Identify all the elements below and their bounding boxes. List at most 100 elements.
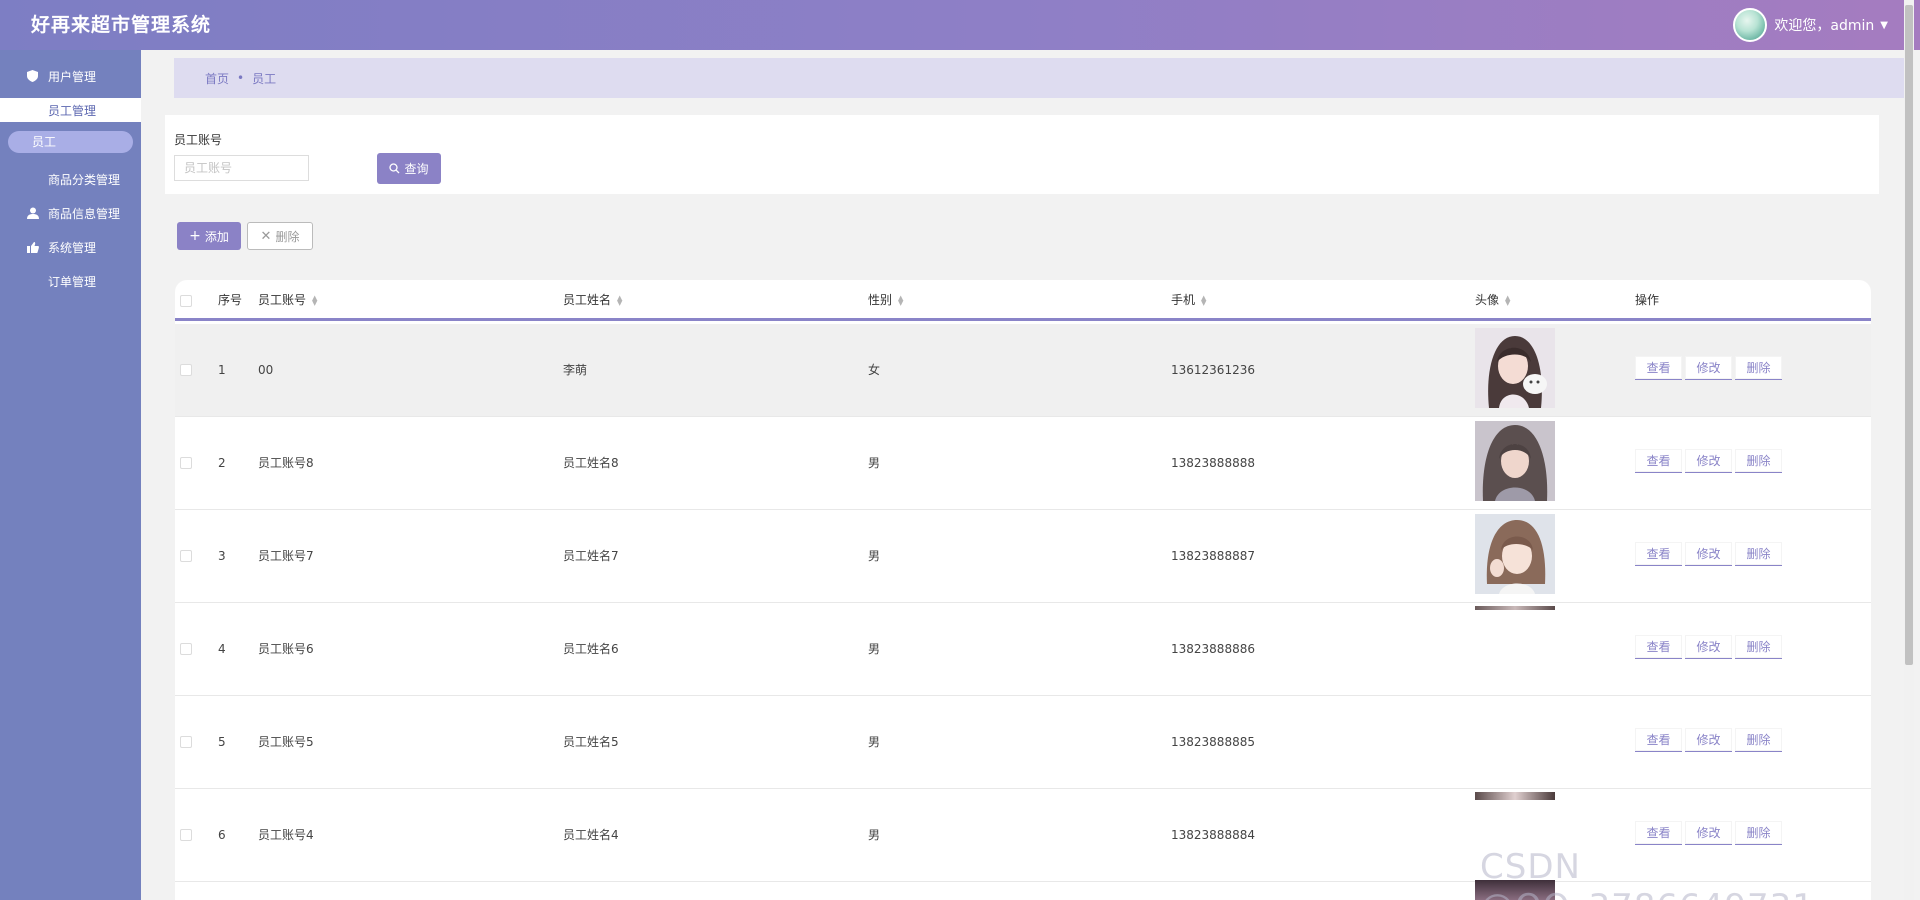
edit-button[interactable]: 修改 — [1685, 356, 1732, 380]
cell-gender: 男 — [868, 642, 881, 656]
table-row[interactable]: 3 员工账号7 员工姓名7 男 13823888887 查看 修改 删除 — [175, 510, 1871, 603]
header-phone[interactable]: 手机 ▲ ▼ — [1171, 280, 1206, 321]
cell-phone: 13823888888 — [1171, 456, 1255, 470]
cell-name: 员工姓名4 — [563, 828, 619, 842]
view-button[interactable]: 查看 — [1635, 635, 1682, 659]
edit-button[interactable]: 修改 — [1685, 635, 1732, 659]
sort-icon[interactable]: ▲ ▼ — [312, 294, 317, 306]
table-row[interactable]: 2 员工账号8 员工姓名8 男 13823888888 查看 修改 删除 — [175, 417, 1871, 510]
employee-avatar-photo[interactable] — [1475, 606, 1555, 610]
delete-button[interactable]: 删除 — [1735, 449, 1782, 473]
cell-index: 1 — [218, 363, 226, 377]
cell-gender: 男 — [868, 735, 881, 749]
page-scrollbar[interactable] — [1904, 0, 1914, 900]
cell-account: 员工账号8 — [258, 456, 314, 470]
sidebar: 用户管理 员工管理 员工 商品分类管理 商品信息管理 系统管理 订单管理 — [0, 50, 141, 900]
edit-button[interactable]: 修改 — [1685, 728, 1732, 752]
delete-button[interactable]: 删除 — [1735, 356, 1782, 380]
chevron-down-icon[interactable]: ▼ — [1880, 20, 1888, 31]
add-button[interactable]: + 添加 — [177, 222, 241, 250]
row-checkbox[interactable] — [180, 550, 192, 562]
cell-gender: 女 — [868, 363, 881, 377]
employee-avatar-photo[interactable] — [1475, 328, 1555, 408]
table-row[interactable]: 5 员工账号5 员工姓名5 男 13823888885 查看 修改 删除 — [175, 696, 1871, 789]
grid-icon — [26, 173, 39, 186]
sidebar-item-order-management[interactable]: 订单管理 — [0, 269, 141, 293]
select-all-checkbox[interactable] — [180, 295, 192, 307]
cell-phone: 13823888886 — [1171, 642, 1255, 656]
row-checkbox[interactable] — [180, 643, 192, 655]
header-avatar[interactable]: 头像 ▲ ▼ — [1475, 280, 1510, 321]
row-checkbox[interactable] — [180, 364, 192, 376]
table-row[interactable]: 4 员工账号6 员工姓名6 男 13823888886 查看 修改 删除 — [175, 603, 1871, 696]
sidebar-item-label: 商品信息管理 — [48, 206, 121, 221]
watermark: CSDN @QQ_3786649731 — [1480, 847, 1814, 900]
delete-button[interactable]: 删除 — [1735, 635, 1782, 659]
query-button[interactable]: 查询 — [377, 153, 441, 184]
cell-name: 员工姓名6 — [563, 642, 619, 656]
header-ops: 操作 — [1635, 293, 1660, 307]
cell-phone: 13823888887 — [1171, 549, 1255, 563]
breadcrumb-current: 员工 — [252, 71, 277, 86]
cell-account: 员工账号7 — [258, 549, 314, 563]
query-button-label: 查询 — [404, 162, 429, 176]
sidebar-item-system-management[interactable]: 系统管理 — [0, 235, 141, 259]
view-button[interactable]: 查看 — [1635, 542, 1682, 566]
cell-index: 4 — [218, 642, 226, 656]
app-title: 好再来超市管理系统 — [31, 14, 212, 36]
row-checkbox[interactable] — [180, 457, 192, 469]
delete-button[interactable]: 删除 — [1735, 821, 1782, 845]
person-icon — [26, 207, 39, 220]
sort-icon[interactable]: ▲ ▼ — [1505, 294, 1510, 306]
edit-button[interactable]: 修改 — [1685, 542, 1732, 566]
sidebar-item-user-management[interactable]: 用户管理 — [0, 64, 141, 88]
sort-icon[interactable]: ▲ ▼ — [1201, 294, 1206, 306]
header-gender-label: 性别 — [868, 293, 893, 307]
welcome-text: 欢迎您，admin — [1774, 18, 1875, 34]
employee-avatar-photo[interactable] — [1475, 792, 1555, 800]
batch-delete-button[interactable]: ✕ 删除 — [247, 222, 313, 250]
search-input[interactable] — [174, 155, 309, 181]
grid-icon — [26, 104, 39, 117]
plus-icon: + — [189, 228, 201, 244]
view-button[interactable]: 查看 — [1635, 821, 1682, 845]
sort-icon[interactable]: ▲ ▼ — [898, 294, 903, 306]
sidebar-item-label: 用户管理 — [48, 69, 97, 84]
cell-name: 员工姓名7 — [563, 549, 619, 563]
header-name-label: 员工姓名 — [563, 293, 612, 307]
sidebar-item-label: 订单管理 — [48, 274, 97, 289]
view-button[interactable]: 查看 — [1635, 728, 1682, 752]
cell-phone: 13612361236 — [1171, 363, 1255, 377]
view-button[interactable]: 查看 — [1635, 356, 1682, 380]
cell-index: 3 — [218, 549, 226, 563]
table-row[interactable]: 1 00 李萌 女 13612361236 查看 修改 删除 — [175, 324, 1871, 417]
edit-button[interactable]: 修改 — [1685, 449, 1732, 473]
header-account[interactable]: 员工账号 ▲ ▼ — [258, 280, 317, 321]
sidebar-subitem-employee[interactable]: 员工 — [8, 131, 133, 153]
employee-avatar-photo[interactable] — [1475, 421, 1555, 501]
row-checkbox[interactable] — [180, 736, 192, 748]
breadcrumb-home[interactable]: 首页 — [205, 70, 229, 87]
edit-button[interactable]: 修改 — [1685, 821, 1732, 845]
cell-account: 员工账号6 — [258, 642, 314, 656]
thumbs-up-icon — [26, 241, 39, 254]
header-name[interactable]: 员工姓名 ▲ ▼ — [563, 280, 622, 321]
breadcrumb: 首页 • 员工 — [174, 58, 1904, 98]
delete-button[interactable]: 删除 — [1735, 542, 1782, 566]
row-checkbox[interactable] — [180, 829, 192, 841]
scrollbar-thumb[interactable] — [1905, 5, 1913, 665]
delete-button[interactable]: 删除 — [1735, 728, 1782, 752]
sidebar-item-employee-management[interactable]: 员工管理 — [0, 98, 141, 122]
sort-icon[interactable]: ▲ ▼ — [617, 294, 622, 306]
user-menu[interactable]: 欢迎您，admin ▼ — [1733, 6, 1888, 44]
employee-avatar-photo[interactable] — [1475, 514, 1555, 594]
cell-index: 5 — [218, 735, 226, 749]
user-avatar-icon[interactable] — [1733, 8, 1768, 42]
sidebar-item-product-management[interactable]: 商品信息管理 — [0, 201, 141, 225]
header-gender[interactable]: 性别 ▲ ▼ — [868, 280, 903, 321]
grid-icon — [26, 275, 39, 288]
sidebar-item-category-management[interactable]: 商品分类管理 — [0, 167, 141, 191]
top-header: 好再来超市管理系统 欢迎您，admin ▼ — [0, 0, 1920, 50]
view-button[interactable]: 查看 — [1635, 449, 1682, 473]
cell-name: 员工姓名5 — [563, 735, 619, 749]
